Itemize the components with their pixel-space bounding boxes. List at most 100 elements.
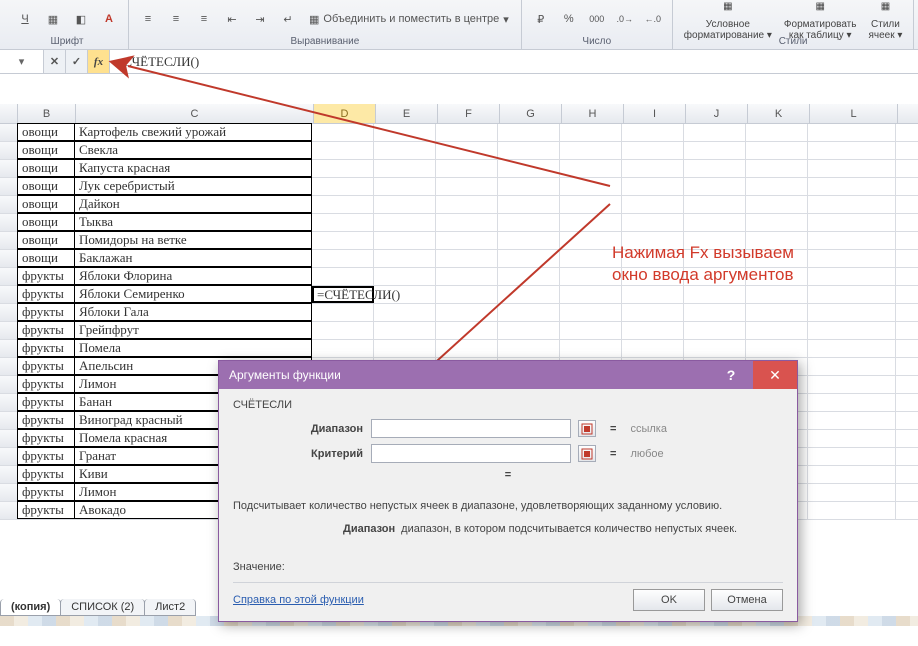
cell[interactable] — [312, 196, 374, 213]
cell[interactable] — [684, 286, 746, 303]
cell[interactable] — [436, 214, 498, 231]
col-header[interactable]: E — [376, 104, 438, 123]
cell[interactable] — [560, 142, 622, 159]
cell[interactable] — [808, 160, 896, 177]
range-picker-button[interactable] — [578, 420, 596, 437]
cell[interactable] — [808, 376, 896, 393]
cell[interactable] — [312, 232, 374, 249]
cell[interactable] — [684, 340, 746, 357]
cell[interactable]: Капуста красная — [74, 159, 312, 177]
col-header[interactable]: I — [624, 104, 686, 123]
cell[interactable] — [808, 448, 896, 465]
cell[interactable]: фрукты — [17, 483, 75, 501]
cell[interactable] — [374, 304, 436, 321]
cell[interactable] — [436, 268, 498, 285]
cell[interactable] — [436, 286, 498, 303]
col-header[interactable]: L — [810, 104, 898, 123]
cell[interactable] — [746, 196, 808, 213]
cell[interactable]: фрукты — [17, 321, 75, 339]
cell[interactable]: фрукты — [17, 267, 75, 285]
cell[interactable]: Грейпфрут — [74, 321, 312, 339]
cell[interactable] — [808, 232, 896, 249]
cell[interactable]: овощи — [17, 249, 75, 267]
cell[interactable]: фрукты — [17, 375, 75, 393]
cell[interactable] — [684, 214, 746, 231]
cell[interactable] — [498, 124, 560, 141]
cell[interactable]: овощи — [17, 141, 75, 159]
cell[interactable]: фрукты — [17, 465, 75, 483]
align-mid-button[interactable]: ≡ — [165, 8, 187, 30]
cell[interactable] — [312, 142, 374, 159]
cell[interactable]: Яблоки Гала — [74, 303, 312, 321]
cell[interactable] — [436, 196, 498, 213]
cell[interactable] — [498, 268, 560, 285]
sheet-tab[interactable]: (копия) — [0, 599, 61, 616]
cell[interactable]: овощи — [17, 123, 75, 141]
percent-button[interactable]: % — [558, 8, 580, 30]
align-bottom-button[interactable]: ≡ — [193, 8, 215, 30]
cell[interactable]: фрукты — [17, 393, 75, 411]
cell[interactable] — [560, 196, 622, 213]
cell[interactable] — [498, 142, 560, 159]
col-header[interactable]: K — [748, 104, 810, 123]
cell[interactable] — [808, 250, 896, 267]
cell[interactable] — [436, 124, 498, 141]
cell[interactable] — [808, 340, 896, 357]
cell[interactable] — [560, 340, 622, 357]
cell[interactable]: овощи — [17, 231, 75, 249]
cell[interactable] — [312, 322, 374, 339]
cell[interactable] — [746, 142, 808, 159]
cell[interactable] — [498, 286, 560, 303]
cell[interactable] — [808, 214, 896, 231]
cell[interactable] — [808, 286, 896, 303]
cell[interactable] — [374, 340, 436, 357]
cell[interactable]: овощи — [17, 213, 75, 231]
dialog-titlebar[interactable]: Аргументы функции ? ✕ — [219, 361, 797, 389]
indent-dec-button[interactable]: ⇤ — [221, 8, 243, 30]
cell[interactable] — [436, 340, 498, 357]
cell[interactable] — [622, 322, 684, 339]
col-header[interactable]: F — [438, 104, 500, 123]
cell[interactable] — [746, 304, 808, 321]
fill-color-button[interactable]: ◧ — [70, 8, 92, 30]
cell[interactable] — [808, 412, 896, 429]
cell[interactable]: фрукты — [17, 447, 75, 465]
range-picker-button[interactable] — [578, 445, 596, 462]
cell[interactable] — [808, 394, 896, 411]
cell[interactable] — [808, 178, 896, 195]
indent-inc-button[interactable]: ⇥ — [249, 8, 271, 30]
cell[interactable] — [312, 214, 374, 231]
cell[interactable] — [808, 124, 896, 141]
cell[interactable]: Помидоры на ветке — [74, 231, 312, 249]
function-help-link[interactable]: Справка по этой функции — [233, 594, 364, 606]
cell[interactable]: фрукты — [17, 285, 75, 303]
cell[interactable] — [374, 214, 436, 231]
cell[interactable] — [436, 232, 498, 249]
cell[interactable] — [808, 322, 896, 339]
cell[interactable] — [560, 178, 622, 195]
cell[interactable] — [436, 304, 498, 321]
cell[interactable] — [808, 484, 896, 501]
cell[interactable] — [374, 178, 436, 195]
col-header[interactable]: B — [18, 104, 76, 123]
cell[interactable] — [808, 196, 896, 213]
sheet-tab[interactable]: СПИСОК (2) — [60, 599, 145, 616]
cell[interactable]: фрукты — [17, 411, 75, 429]
cell[interactable]: овощи — [17, 159, 75, 177]
cancel-button[interactable]: Отмена — [711, 589, 783, 611]
cell[interactable] — [498, 304, 560, 321]
cell[interactable] — [560, 214, 622, 231]
cell[interactable] — [746, 322, 808, 339]
cell[interactable]: фрукты — [17, 501, 75, 519]
cell[interactable] — [808, 466, 896, 483]
col-header[interactable]: G — [500, 104, 562, 123]
cell[interactable] — [374, 232, 436, 249]
cell[interactable]: Картофель свежий урожай — [74, 123, 312, 141]
cell[interactable] — [312, 268, 374, 285]
cell[interactable] — [684, 322, 746, 339]
cell[interactable] — [560, 160, 622, 177]
cell[interactable] — [498, 250, 560, 267]
cell[interactable]: овощи — [17, 195, 75, 213]
cell[interactable] — [746, 160, 808, 177]
cell[interactable]: Лук серебристый — [74, 177, 312, 195]
